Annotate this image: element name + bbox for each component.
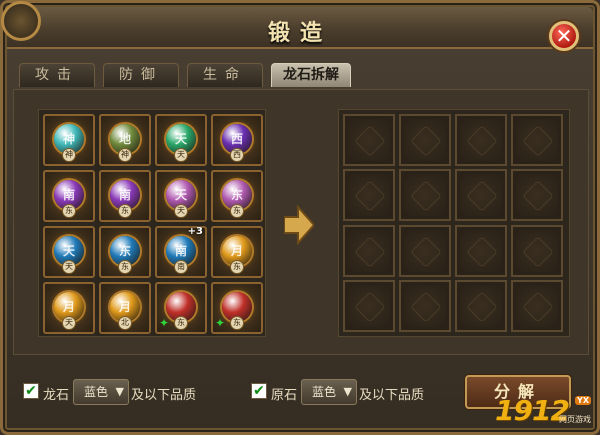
inventory-slot[interactable]: 东东 xyxy=(211,170,263,222)
output-slot[interactable] xyxy=(343,279,395,332)
tab-attack[interactable]: 攻击 xyxy=(19,63,95,87)
stone-glyph: 东 xyxy=(230,188,243,202)
raw-stone-quality-select[interactable]: 蓝色 ▼ xyxy=(301,379,357,405)
stone-glyph: 地 xyxy=(118,132,131,146)
forge-window: 锻造 ✕ 攻击 防御 生命 龙石拆解 神神地神天天西西南东南东天天东东天天东东南… xyxy=(0,0,600,435)
inventory-slot[interactable]: 东东 xyxy=(99,226,151,278)
stone-badge: 天 xyxy=(62,316,76,330)
output-slot[interactable] xyxy=(511,114,563,166)
stone-glyph: 天 xyxy=(62,244,75,258)
stone-badge: 神 xyxy=(62,148,76,162)
watermark-subtitle: 网页游戏 xyxy=(559,415,591,424)
stone-badge: 东 xyxy=(62,204,76,218)
window-title: 锻造 xyxy=(267,20,332,46)
chevron-down-icon: ▼ xyxy=(115,385,124,398)
inventory-slot[interactable]: 月天 xyxy=(43,282,95,334)
raw-stone-label: 原石 xyxy=(271,388,298,403)
bound-mark-icon: ✦ xyxy=(159,316,170,330)
site-watermark-logo: 1912 YX 网页游戏 xyxy=(495,394,591,428)
title-bar: 锻造 ✕ xyxy=(1,1,593,51)
dragon-stone-quality-suffix: 及以下品质 xyxy=(131,388,197,403)
tab-dragon-stone-decompose[interactable]: 龙石拆解 xyxy=(271,63,351,87)
stone-badge: 东 xyxy=(230,260,244,274)
stone-badge: 北 xyxy=(118,316,132,330)
output-slot[interactable] xyxy=(511,169,563,222)
raw-stone-checkbox[interactable]: ✔ xyxy=(251,383,267,399)
output-slot[interactable] xyxy=(455,169,507,222)
stone-badge: 东 xyxy=(230,204,244,218)
close-icon: ✕ xyxy=(555,24,573,48)
raw-stone-quality-value: 蓝色 xyxy=(312,385,337,399)
stone-badge: 东 xyxy=(174,316,188,330)
inventory-slot[interactable]: 天天 xyxy=(43,226,95,278)
stone-badge: 东 xyxy=(230,316,244,330)
output-slot[interactable] xyxy=(399,114,451,166)
output-slot[interactable] xyxy=(343,224,395,277)
tab-life[interactable]: 生命 xyxy=(187,63,263,87)
output-slot[interactable] xyxy=(399,224,451,277)
forge-content: 神神地神天天西西南东南东天天东东天天东东南南 +3 月东月天月北东 ✦ 东 ✦ xyxy=(13,89,589,355)
stone-badge: 东 xyxy=(118,260,132,274)
inventory-slot[interactable]: 南东 xyxy=(99,170,151,222)
watermark-badge: YX xyxy=(575,396,591,405)
stone-badge: 神 xyxy=(118,148,132,162)
stone-badge: 天 xyxy=(174,148,188,162)
stone-badge: 天 xyxy=(62,260,76,274)
inventory-slot[interactable]: 天天 xyxy=(155,114,207,166)
arrow-right-icon xyxy=(284,205,314,245)
stone-glyph: 天 xyxy=(174,188,187,202)
inventory-slot[interactable]: 神神 xyxy=(43,114,95,166)
inventory-slot[interactable]: 月北 xyxy=(99,282,151,334)
output-slot[interactable] xyxy=(511,279,563,332)
inventory-slot[interactable]: 地神 xyxy=(99,114,151,166)
tab-bar: 攻击 防御 生命 龙石拆解 xyxy=(19,63,351,89)
output-slot[interactable] xyxy=(343,114,395,166)
stone-glyph: 南 xyxy=(174,244,187,258)
stone-badge: 西 xyxy=(230,148,244,162)
output-slot[interactable] xyxy=(455,114,507,166)
output-slot[interactable] xyxy=(455,224,507,277)
stone-glyph: 月 xyxy=(118,300,131,314)
close-button[interactable]: ✕ xyxy=(549,21,579,51)
chevron-down-icon: ▼ xyxy=(343,385,352,398)
stone-glyph: 西 xyxy=(230,132,243,146)
raw-stone-quality-suffix: 及以下品质 xyxy=(359,388,425,403)
stone-badge: 东 xyxy=(118,204,132,218)
inventory-slot[interactable]: 月东 xyxy=(211,226,263,278)
dragon-stone-quality-value: 蓝色 xyxy=(84,385,109,399)
inventory-slot[interactable]: 天天 xyxy=(155,170,207,222)
decompose-output-grid xyxy=(338,109,570,337)
output-slot[interactable] xyxy=(399,169,451,222)
item-count: +3 xyxy=(187,226,203,237)
inventory-slot[interactable]: 西西 xyxy=(211,114,263,166)
dragon-stone-quality-select[interactable]: 蓝色 ▼ xyxy=(73,379,129,405)
stone-glyph: 月 xyxy=(230,244,243,258)
stone-glyph: 神 xyxy=(62,132,75,146)
check-icon: ✔ xyxy=(253,383,265,399)
stone-badge: 天 xyxy=(174,204,188,218)
stone-badge: 南 xyxy=(174,260,188,274)
watermark-digits: 1912 xyxy=(495,394,570,427)
stone-glyph: 天 xyxy=(174,132,187,146)
inventory-slot[interactable]: 南东 xyxy=(43,170,95,222)
output-slot[interactable] xyxy=(343,169,395,222)
tab-defense[interactable]: 防御 xyxy=(103,63,179,87)
inventory-slot[interactable]: 东 ✦ xyxy=(155,282,207,334)
dragon-stone-checkbox[interactable]: ✔ xyxy=(23,383,39,399)
check-icon: ✔ xyxy=(25,383,37,399)
inventory-slot[interactable]: 东 ✦ xyxy=(211,282,263,334)
stone-glyph: 南 xyxy=(62,188,75,202)
stone-glyph: 东 xyxy=(118,244,131,258)
stone-inventory-grid: 神神地神天天西西南东南东天天东东天天东东南南 +3 月东月天月北东 ✦ 东 ✦ xyxy=(38,109,266,337)
stone-glyph: 南 xyxy=(118,188,131,202)
output-slot[interactable] xyxy=(455,279,507,332)
inventory-slot[interactable]: 南南 +3 xyxy=(155,226,207,278)
output-slot[interactable] xyxy=(511,224,563,277)
dragon-stone-label: 龙石 xyxy=(43,388,70,403)
output-slot[interactable] xyxy=(399,279,451,332)
bound-mark-icon: ✦ xyxy=(215,316,226,330)
stone-glyph: 月 xyxy=(62,300,75,314)
